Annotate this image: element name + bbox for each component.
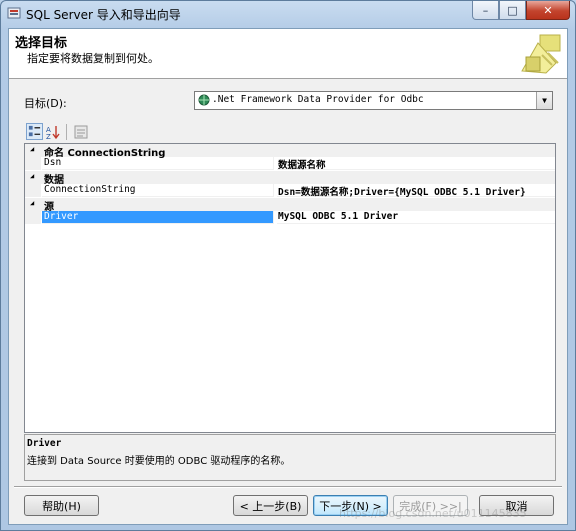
destination-label: 目标(D): <box>24 97 67 110</box>
property-name: Dsn <box>42 157 274 170</box>
property-grid: ◢ 命名 ConnectionString Dsn 数据源名称 ◢ 数据 Con… <box>24 143 556 433</box>
property-value[interactable]: 数据源名称 <box>277 157 555 171</box>
close-button[interactable]: ✕ <box>526 1 570 20</box>
collapse-triangle-icon[interactable]: ◢ <box>30 145 34 153</box>
category-row-source[interactable]: ◢ 源 <box>25 198 555 213</box>
destination-dropdown[interactable]: .Net Framework Data Provider for Odbc ▼ <box>194 91 553 110</box>
destination-selected-value: .Net Framework Data Provider for Odbc <box>212 94 424 105</box>
wizard-header: 选择目标 指定要将数据复制到何处。 <box>9 29 567 79</box>
collapse-triangle-icon[interactable]: ◢ <box>30 172 34 180</box>
category-row-data[interactable]: ◢ 数据 <box>25 171 555 186</box>
maximize-button[interactable]: □ <box>499 1 526 20</box>
property-pages-icon[interactable] <box>73 124 89 140</box>
toolbar-separator <box>66 124 67 140</box>
property-row-dsn[interactable]: Dsn 数据源名称 <box>25 157 555 171</box>
property-row-driver[interactable]: Driver MySQL ODBC 5.1 Driver <box>25 211 555 224</box>
back-button[interactable]: < 上一步(B) <box>233 495 308 516</box>
collapse-triangle-icon[interactable]: ◢ <box>30 199 34 207</box>
property-name: ConnectionString <box>42 184 274 197</box>
wizard-window: SQL Server 导入和导出向导 – □ ✕ 选择目标 指定要将数据复制到何… <box>0 0 576 531</box>
property-grid-toolbar: A Z <box>24 122 554 142</box>
categorized-icon[interactable] <box>26 123 43 140</box>
row-gutter <box>25 211 41 224</box>
watermark-text: https://blog.csdn.net/u011145835 <box>339 507 527 520</box>
description-text: 连接到 Data Source 时要使用的 ODBC 驱动程序的名称。 <box>27 456 291 467</box>
alphabetical-icon[interactable]: A Z <box>45 124 61 140</box>
row-gutter <box>25 157 41 170</box>
title-bar[interactable]: SQL Server 导入和导出向导 – □ ✕ <box>1 1 575 27</box>
description-panel: Driver 连接到 Data Source 时要使用的 ODBC 驱动程序的名… <box>24 434 556 481</box>
category-row-connection-string[interactable]: ◢ 命名 ConnectionString <box>25 144 555 159</box>
property-name: Driver <box>42 211 274 224</box>
divider <box>14 486 562 488</box>
window-title: SQL Server 导入和导出向导 <box>26 8 181 22</box>
property-value[interactable]: Dsn=数据源名称;Driver={MySQL ODBC 5.1 Driver} <box>277 184 555 198</box>
property-value[interactable]: MySQL ODBC 5.1 Driver <box>277 211 555 224</box>
minimize-button[interactable]: – <box>472 1 499 20</box>
chevron-down-icon[interactable]: ▼ <box>536 92 552 109</box>
help-button[interactable]: 帮助(H) <box>24 495 99 516</box>
wizard-client-area: 选择目标 指定要将数据复制到何处。 目标(D): .Net Framework … <box>8 28 568 525</box>
page-subtitle: 指定要将数据复制到何处。 <box>27 52 159 65</box>
caption-buttons: – □ ✕ <box>472 1 570 21</box>
page-title: 选择目标 <box>15 36 68 51</box>
sql-server-app-icon <box>7 7 21 19</box>
odbc-provider-icon <box>198 94 210 106</box>
property-row-connectionstring[interactable]: ConnectionString Dsn=数据源名称;Driver={MySQL… <box>25 184 555 198</box>
svg-text:Z: Z <box>46 133 51 140</box>
description-title: Driver <box>27 438 62 449</box>
row-gutter <box>25 184 41 197</box>
wizard-graphic-icon <box>521 34 561 74</box>
